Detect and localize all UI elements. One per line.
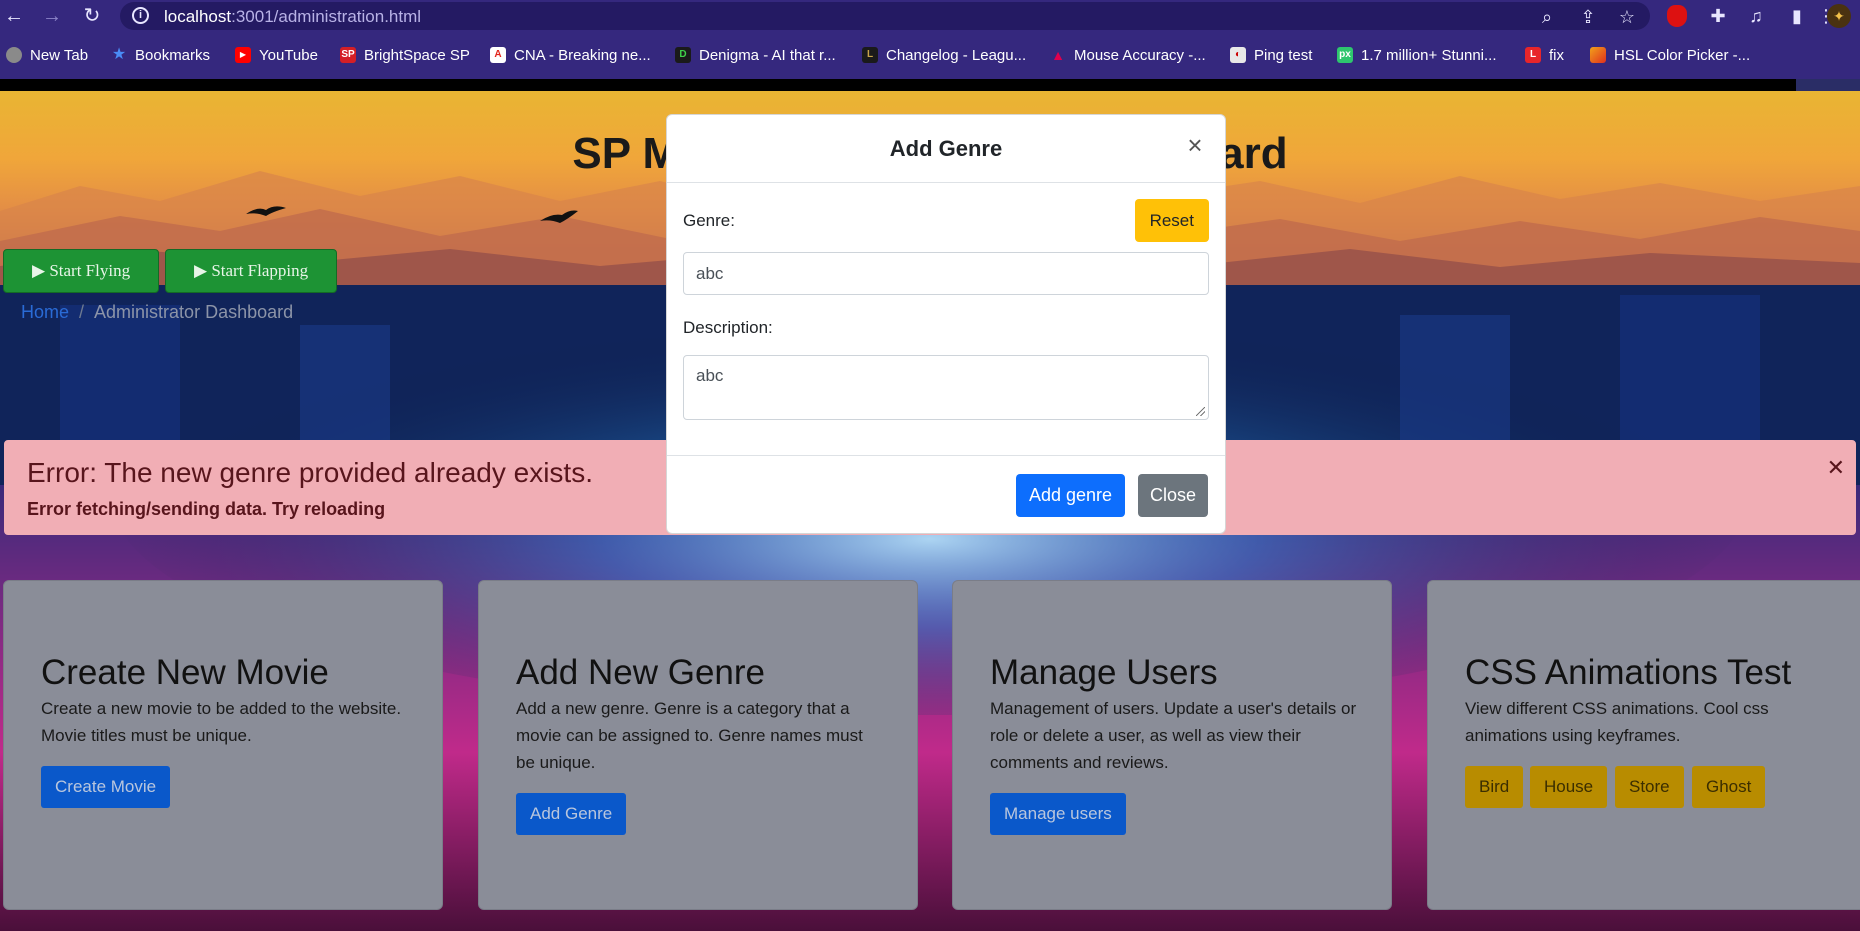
color-picker-icon <box>1590 47 1606 63</box>
ping-icon: ◐ <box>1230 47 1246 63</box>
reload-icon[interactable]: ↻ <box>80 4 104 28</box>
modal-header: Add Genre × <box>667 115 1225 183</box>
bookmarks-bar: New Tab ★ Bookmarks ▶ YouTube SP BrightSpac… <box>0 32 1860 79</box>
media-control-icon[interactable]: ♫ <box>1744 4 1768 28</box>
resize-handle-icon[interactable] <box>1196 407 1205 416</box>
bookmark-bookmarks[interactable]: ★ Bookmarks <box>111 44 210 66</box>
genre-label: Genre: <box>683 211 735 230</box>
sp-icon: SP <box>340 47 356 63</box>
league-icon: L <box>862 47 878 63</box>
bookmark-fix[interactable]: Lfix <box>1525 44 1564 66</box>
star-icon: ★ <box>111 46 127 63</box>
page-top-bar <box>0 79 1860 91</box>
bookmark-youtube[interactable]: ▶ YouTube <box>235 44 318 66</box>
bookmark-ping-test[interactable]: ◐ Ping test <box>1230 44 1312 66</box>
site-info-icon[interactable]: i <box>132 7 149 24</box>
bookmark-pixabay[interactable]: px 1.7 million+ Stunni... <box>1337 44 1497 66</box>
l-icon: L <box>1525 47 1541 63</box>
close-button[interactable]: Close <box>1138 474 1209 517</box>
bookmark-denigma[interactable]: D Denigma - AI that r... <box>675 44 836 66</box>
add-genre-button[interactable]: Add genre <box>1016 474 1126 517</box>
description-textarea[interactable]: abc <box>683 355 1209 420</box>
modal-title: Add Genre <box>889 136 1003 161</box>
mouse-accuracy-icon: ▲ <box>1051 47 1065 63</box>
address-bar[interactable]: i localhost:3001/administration.html ⌕ ⇪… <box>120 2 1650 30</box>
cna-icon: A <box>490 47 506 63</box>
zoom-icon[interactable]: ⌕ <box>1536 6 1558 28</box>
share-icon[interactable]: ⇪ <box>1577 6 1599 28</box>
bookmark-new-tab[interactable]: New Tab <box>6 44 88 66</box>
forward-icon[interactable]: → <box>40 4 64 28</box>
bookmark-star-icon[interactable]: ☆ <box>1616 6 1638 28</box>
add-genre-modal: Add Genre × Genre: Reset abc Description… <box>666 114 1226 534</box>
back-icon[interactable]: ← <box>2 4 26 28</box>
url-text[interactable]: localhost:3001/administration.html <box>164 7 421 27</box>
browser-toolbar: ← → ↻ i localhost:3001/administration.ht… <box>0 0 1860 32</box>
pixabay-icon: px <box>1337 47 1353 63</box>
side-panel-icon[interactable]: ▮ <box>1785 4 1809 28</box>
bookmark-cna[interactable]: A CNA - Breaking ne... <box>490 44 651 66</box>
youtube-icon: ▶ <box>235 47 251 63</box>
bookmark-hsl-picker[interactable]: HSL Color Picker -... <box>1590 44 1750 66</box>
denigma-icon: D <box>675 47 691 63</box>
globe-icon <box>6 47 22 63</box>
adblock-extension-icon[interactable] <box>1667 5 1687 27</box>
bookmark-mouse-accuracy[interactable]: ▲ Mouse Accuracy -... <box>1050 44 1206 66</box>
modal-footer: Add genre Close <box>667 455 1225 533</box>
description-label: Description: <box>683 318 773 337</box>
bookmark-changelog[interactable]: L Changelog - Leagu... <box>862 44 1026 66</box>
description-text: abc <box>696 366 724 385</box>
genre-input[interactable]: abc <box>683 252 1209 295</box>
profile-avatar[interactable]: ✦ <box>1827 4 1851 28</box>
close-icon[interactable]: × <box>1181 131 1209 159</box>
extensions-puzzle-icon[interactable]: ✚ <box>1706 4 1730 28</box>
bookmark-brightspace[interactable]: SP BrightSpace SP <box>340 44 470 66</box>
reset-button[interactable]: Reset <box>1134 199 1209 242</box>
